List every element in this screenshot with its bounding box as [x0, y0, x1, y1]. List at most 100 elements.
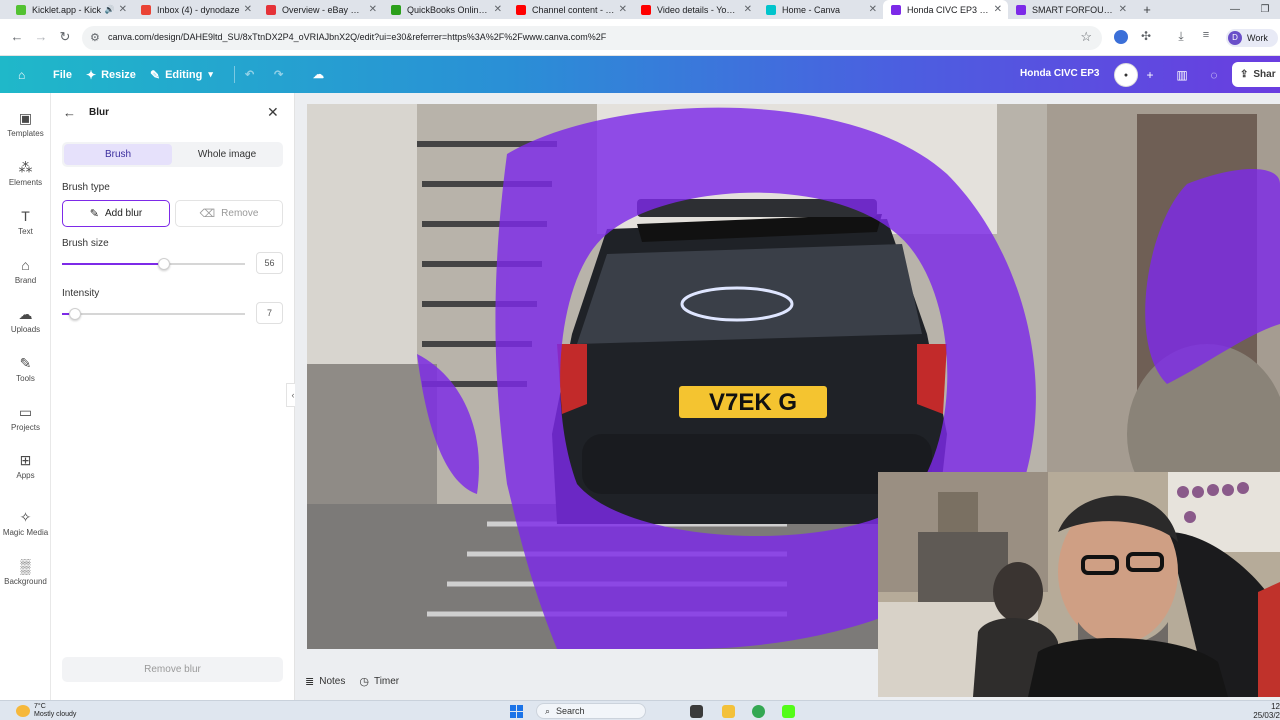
download-icon[interactable]: ⤓ — [1173, 29, 1189, 44]
close-tab-icon[interactable]: ✕ — [744, 4, 752, 15]
speaker-icon[interactable]: 🔊 — [105, 5, 115, 14]
intensity-value[interactable]: 7 — [256, 302, 283, 324]
tab-favicon-icon — [1016, 4, 1026, 15]
rail-label: Tools — [16, 374, 35, 383]
close-tab-icon[interactable]: ✕ — [869, 4, 877, 15]
add-blur-label: Add blur — [104, 208, 143, 219]
rail-item-magic-media[interactable]: ✧ Magic Media — [0, 508, 51, 537]
add-collaborator-icon[interactable]: + — [1138, 63, 1162, 87]
url-text[interactable]: canva.com/design/DAHE9ltd_SU/8xTtnDX2P4_… — [108, 32, 606, 42]
slider-knob[interactable] — [68, 308, 81, 320]
intensity-slider[interactable] — [62, 308, 245, 320]
new-tab-icon[interactable]: + — [1139, 2, 1155, 17]
maximize-icon[interactable]: ❐ — [1250, 0, 1280, 19]
clock-time: 12 — [1271, 702, 1280, 711]
file-menu-button[interactable]: File — [53, 56, 72, 93]
browser-tab[interactable]: Overview - eBay Selle ✕ — [258, 0, 383, 19]
media-control-icon[interactable]: ≡ — [1198, 29, 1214, 41]
browser-tab[interactable]: Channel content - Yo ✕ — [508, 0, 633, 19]
address-bar[interactable]: ⚙ canva.com/design/DAHE9ltd_SU/8xTtnDX2P… — [82, 26, 1102, 50]
rail-label: Uploads — [10, 325, 41, 334]
whole-image-mode-button[interactable]: Whole image — [173, 144, 281, 165]
slider-knob[interactable] — [158, 258, 171, 270]
tab-favicon-icon — [766, 4, 776, 15]
browser-tab[interactable]: Video details - YouTu ✕ — [633, 0, 758, 19]
timer-button[interactable]: Timer — [374, 676, 399, 687]
browser-tab[interactable]: QuickBooks Online Le ✕ — [383, 0, 508, 19]
undo-button[interactable]: ↶ — [245, 56, 254, 93]
rail-item-background[interactable]: ▒ Background — [0, 557, 51, 586]
comment-icon[interactable]: ◌ — [1202, 63, 1226, 87]
notes-button[interactable]: Notes — [319, 676, 345, 687]
brush-icon: ✎ — [89, 208, 99, 220]
close-tab-icon[interactable]: ✕ — [369, 4, 377, 15]
browser-tab-active[interactable]: Honda CIVC EP3 - Yo ✕ — [883, 0, 1008, 19]
extensions-puzzle-icon[interactable]: ✣ — [1138, 29, 1154, 43]
remove-blur-button[interactable]: Remove blur — [62, 657, 283, 682]
rail-item-apps[interactable]: ⊞ Apps — [0, 451, 51, 480]
back-icon[interactable]: ← — [9, 29, 25, 44]
browser-tab[interactable]: Kicklet.app - Kick 🔊 ✕ — [8, 0, 133, 19]
rail-item-brand[interactable]: ⌂ Brand — [0, 256, 51, 285]
close-icon[interactable]: ✕ — [267, 104, 279, 121]
brush-size-value[interactable]: 56 — [256, 252, 283, 274]
notes-icon: ≣ — [305, 675, 315, 688]
remove-brush-button[interactable]: ⌫ Remove — [175, 200, 283, 227]
brush-mode-button[interactable]: Brush — [64, 144, 172, 165]
task-view-icon[interactable] — [690, 705, 703, 718]
redo-button[interactable]: ↷ — [274, 56, 283, 93]
tab-favicon-icon — [516, 4, 526, 15]
editing-mode-button[interactable]: ✎ Editing ▾ — [150, 56, 213, 93]
taskbar-search[interactable]: ⌕ Search — [536, 703, 646, 719]
back-arrow-icon[interactable]: ← — [63, 105, 76, 120]
reload-icon[interactable]: ↻ — [57, 29, 73, 45]
share-button[interactable]: ⇪ Shar — [1232, 62, 1280, 87]
tab-favicon-icon — [891, 4, 901, 15]
close-tab-icon[interactable]: ✕ — [119, 4, 127, 15]
resize-button[interactable]: ✦ Resize — [86, 56, 136, 93]
window-controls: — ❐ — [1220, 0, 1280, 19]
kick-app-icon[interactable] — [782, 705, 795, 718]
file-explorer-icon[interactable] — [722, 705, 735, 718]
close-tab-icon[interactable]: ✕ — [494, 4, 502, 15]
avatar: D — [1228, 31, 1242, 45]
brush-size-slider[interactable] — [62, 258, 245, 270]
browser-tab[interactable]: Home - Canva ✕ — [758, 0, 883, 19]
rail-item-tools[interactable]: ✎ Tools — [0, 354, 51, 383]
cloud-save-button[interactable]: ☁ — [313, 56, 324, 93]
extension-icon[interactable] — [1114, 30, 1128, 44]
insights-chart-icon[interactable]: ▥ — [1170, 63, 1194, 87]
collaborator-avatar[interactable]: ● — [1114, 63, 1138, 87]
browser-tab[interactable]: SMART FORFOUR BR ✕ — [1008, 0, 1133, 19]
system-clock[interactable]: 12 25/03/2 — [1246, 702, 1280, 720]
browser-tab[interactable]: Inbox (4) - dynodaze ✕ — [133, 0, 258, 19]
close-tab-icon[interactable]: ✕ — [619, 4, 627, 15]
tab-title: Honda CIVC EP3 - Yo — [907, 4, 990, 15]
profile-chip[interactable]: D Work — [1226, 29, 1278, 47]
eraser-icon: ⌫ — [199, 208, 216, 220]
tools-icon: ✎ — [19, 355, 32, 371]
home-button[interactable]: ⌂ — [18, 56, 30, 93]
rail-item-text[interactable]: T Text — [0, 207, 51, 236]
rail-item-uploads[interactable]: ☁ Uploads — [0, 305, 51, 334]
tab-title: Channel content - Yo — [532, 4, 615, 15]
site-info-icon[interactable]: ⚙ — [90, 31, 100, 44]
search-label: Search — [556, 706, 585, 716]
close-tab-icon[interactable]: ✕ — [994, 4, 1002, 15]
windows-start-icon[interactable] — [510, 705, 523, 718]
close-tab-icon[interactable]: ✕ — [244, 4, 252, 15]
weather-widget[interactable]: 7°C Mostly cloudy — [16, 703, 76, 719]
close-tab-icon[interactable]: ✕ — [1119, 4, 1127, 15]
tab-title: Home - Canva — [782, 4, 841, 15]
home-icon: ⌂ — [18, 67, 26, 82]
rail-item-projects[interactable]: ▭ Projects — [0, 403, 51, 432]
bookmark-star-icon[interactable]: ☆ — [1080, 29, 1092, 45]
minimize-icon[interactable]: — — [1220, 0, 1250, 19]
rail-item-templates[interactable]: ▣ Templates — [0, 109, 51, 138]
forward-icon[interactable]: → — [33, 29, 49, 44]
rail-item-elements[interactable]: ⁂ Elements — [0, 158, 51, 187]
add-blur-button[interactable]: ✎ Add blur — [62, 200, 170, 227]
slider-fill — [62, 263, 165, 265]
chrome-icon[interactable] — [752, 705, 765, 718]
document-title[interactable]: Honda CIVC EP3 — [1020, 68, 1099, 79]
